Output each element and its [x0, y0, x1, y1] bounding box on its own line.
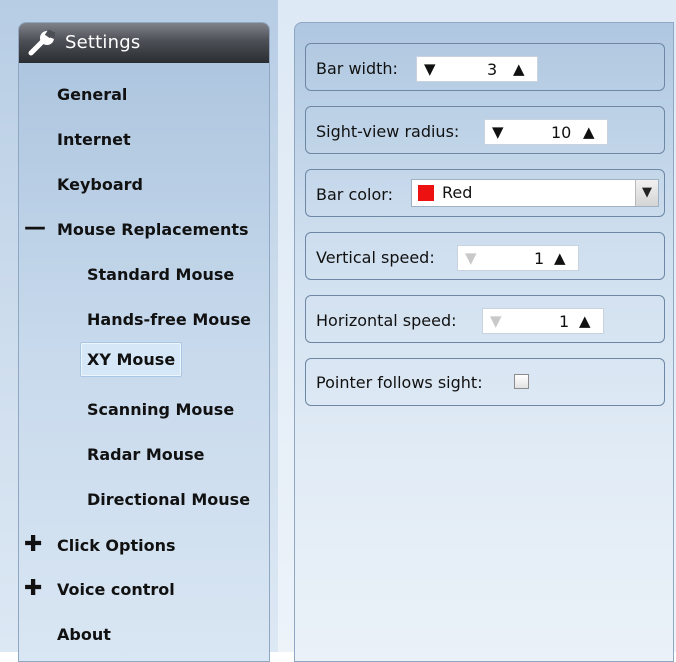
wrench-icon — [28, 30, 55, 56]
sidebar-header: Settings — [19, 23, 269, 63]
sidebar-item-label: XY Mouse — [87, 350, 176, 369]
sidebar-item-xy-mouse[interactable]: XY Mouse — [80, 342, 183, 377]
bar-width-stepper[interactable]: ▼ 3 ▲ — [416, 56, 538, 82]
decrement-icon: ▼ — [465, 249, 477, 267]
horizontal-speed-stepper[interactable]: ▼ 1 ▲ — [482, 308, 604, 334]
sidebar-item-label: Voice control — [57, 580, 175, 599]
bar-color-select[interactable]: Red ▼ — [411, 179, 659, 207]
sidebar-item-label: Keyboard — [57, 175, 143, 194]
sidebar-item-internet[interactable]: Internet — [57, 130, 131, 149]
sidebar-item-label: Mouse Replacements — [57, 220, 249, 239]
bar-color-value: Red — [442, 183, 473, 202]
sidebar-item-label: Internet — [57, 130, 131, 149]
sidebar-item-label: Radar Mouse — [87, 445, 205, 464]
bar-width-label: Bar width: — [316, 59, 398, 78]
sidebar-item-label: Scanning Mouse — [87, 400, 235, 419]
dropdown-arrow-icon[interactable]: ▼ — [635, 180, 658, 206]
horizontal-speed-label: Horizontal speed: — [316, 311, 457, 330]
sidebar-item-hands-free-mouse[interactable]: Hands-free Mouse — [87, 310, 251, 329]
decrement-icon[interactable]: ▼ — [424, 60, 436, 78]
increment-icon[interactable]: ▲ — [583, 123, 595, 141]
sidebar-item-label: Hands-free Mouse — [87, 310, 251, 329]
decrement-icon: ▼ — [490, 312, 502, 330]
sidebar-item-label: Directional Mouse — [87, 490, 251, 509]
sidebar-item-keyboard[interactable]: Keyboard — [57, 175, 143, 194]
increment-icon[interactable]: ▲ — [579, 312, 591, 330]
sight-view-radius-stepper[interactable]: ▼ 10 ▲ — [484, 119, 608, 145]
pointer-follows-sight-checkbox[interactable] — [514, 374, 529, 389]
sidebar-item-scanning-mouse[interactable]: Scanning Mouse — [87, 400, 234, 419]
expand-icon[interactable]: ✚ — [24, 534, 42, 556]
decrement-icon[interactable]: ▼ — [492, 123, 504, 141]
sidebar-item-voice-control[interactable]: ✚ Voice control — [24, 578, 175, 600]
sidebar-item-about[interactable]: About — [57, 625, 111, 644]
sidebar-item-directional-mouse[interactable]: Directional Mouse — [87, 490, 250, 509]
sidebar-item-label: About — [57, 625, 111, 644]
vertical-speed-label: Vertical speed: — [316, 248, 435, 267]
sidebar-item-standard-mouse[interactable]: Standard Mouse — [87, 265, 234, 284]
sidebar-item-label: Click Options — [57, 536, 176, 555]
sight-view-radius-value: 10 — [551, 123, 572, 142]
bar-color-label: Bar color: — [316, 185, 393, 204]
horizontal-speed-value: 1 — [559, 312, 570, 331]
sidebar-item-click-options[interactable]: ✚ Click Options — [24, 534, 176, 556]
vertical-speed-row: Vertical speed: ▼ 1 ▲ — [305, 232, 665, 280]
increment-icon[interactable]: ▲ — [554, 249, 566, 267]
sight-view-radius-label: Sight-view radius: — [316, 122, 460, 141]
horizontal-speed-row: Horizontal speed: ▼ 1 ▲ — [305, 295, 665, 343]
sight-view-radius-row: Sight-view radius: ▼ 10 ▲ — [305, 106, 665, 154]
sidebar-title: Settings — [65, 32, 141, 53]
pointer-follows-sight-label: Pointer follows sight: — [316, 373, 483, 392]
sidebar-item-mouse-replacements[interactable]: — Mouse Replacements — [24, 217, 249, 240]
vertical-speed-stepper[interactable]: ▼ 1 ▲ — [457, 245, 579, 271]
vertical-speed-value: 1 — [534, 249, 545, 268]
sidebar-item-radar-mouse[interactable]: Radar Mouse — [87, 445, 205, 464]
sidebar-item-label: Standard Mouse — [87, 265, 235, 284]
expand-icon[interactable]: ✚ — [24, 578, 42, 600]
increment-icon[interactable]: ▲ — [513, 60, 525, 78]
pointer-follows-sight-row: Pointer follows sight: — [305, 358, 665, 406]
bar-width-row: Bar width: ▼ 3 ▲ — [305, 43, 665, 91]
bar-width-value: 3 — [487, 60, 498, 79]
collapse-icon[interactable]: — — [24, 217, 46, 239]
sidebar-item-general[interactable]: General — [57, 85, 127, 104]
sidebar-item-label: General — [57, 85, 128, 104]
bar-color-row: Bar color: Red ▼ — [305, 169, 665, 217]
color-swatch — [418, 185, 434, 201]
